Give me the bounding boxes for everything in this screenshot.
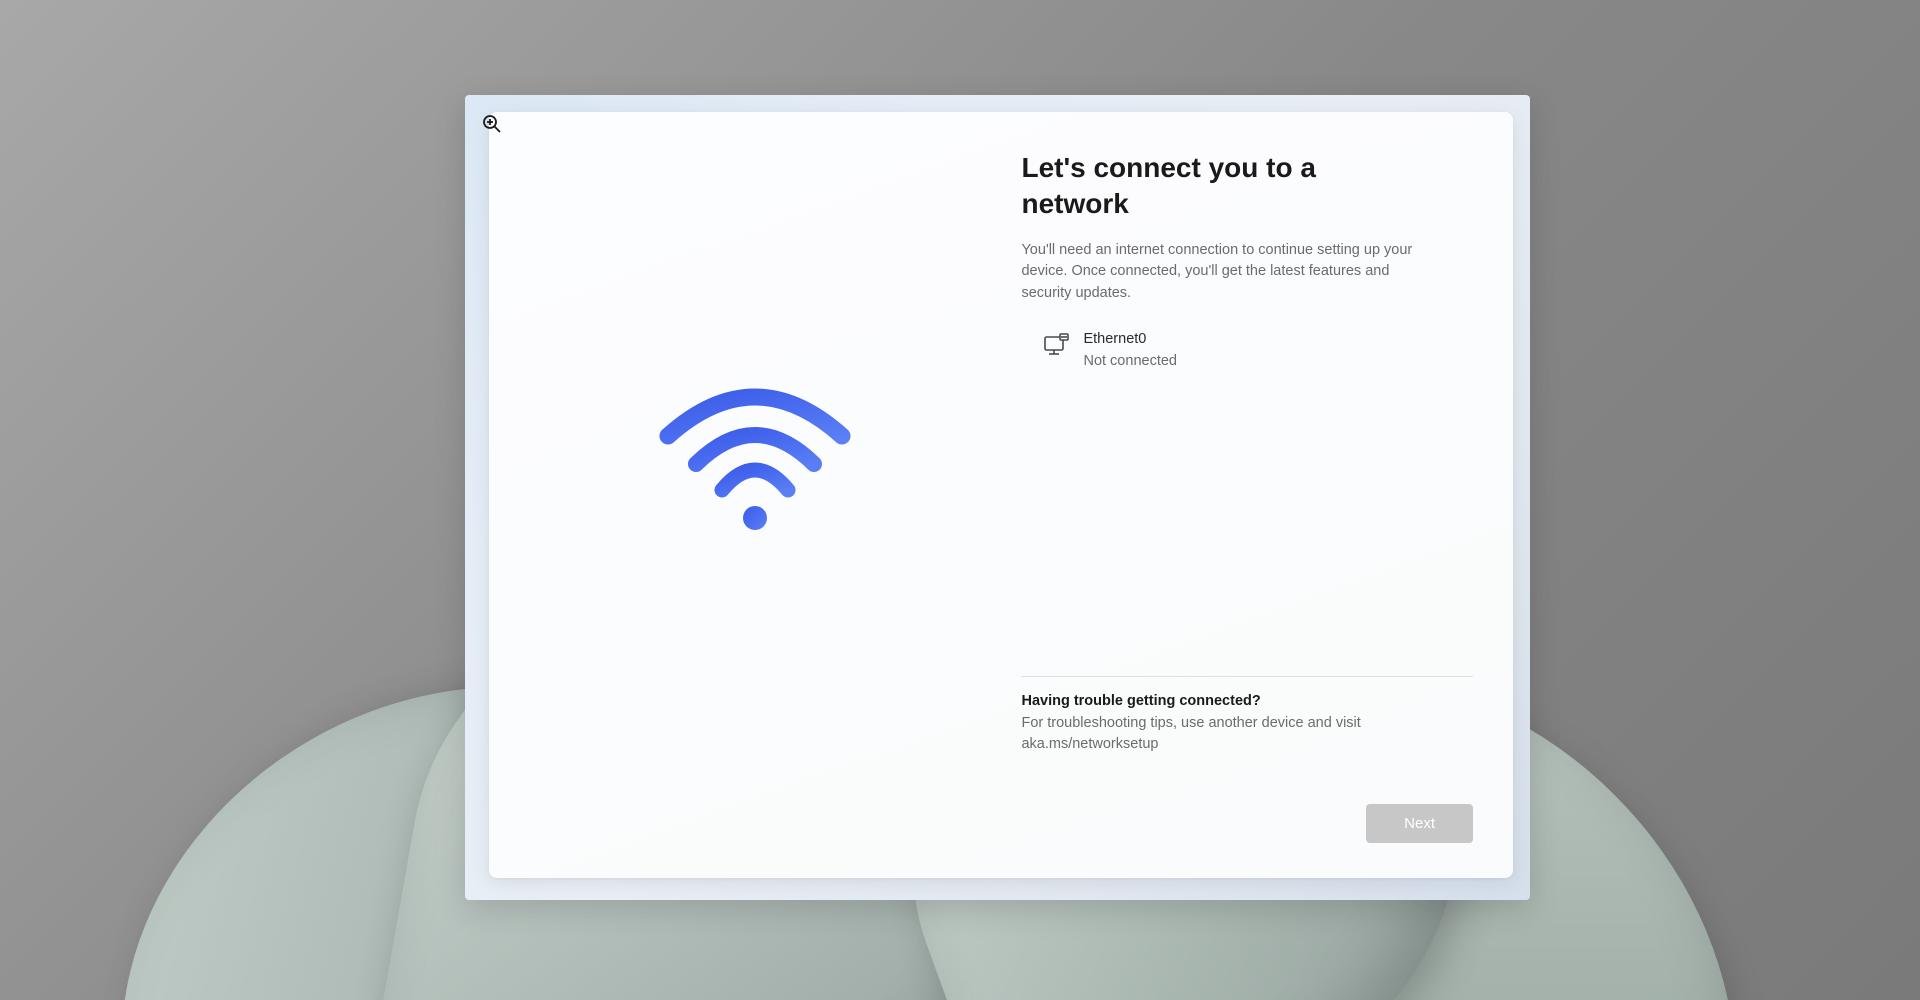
network-status: Not connected bbox=[1083, 351, 1177, 371]
page-subtitle: You'll need an internet connection to co… bbox=[1021, 240, 1441, 305]
network-info: Ethernet0 Not connected bbox=[1083, 329, 1177, 372]
content-pane: Let's connect you to a network You'll ne… bbox=[1021, 112, 1513, 878]
help-title: Having trouble getting connected? bbox=[1021, 693, 1473, 709]
divider bbox=[1021, 676, 1473, 677]
oobe-panel: Let's connect you to a network You'll ne… bbox=[465, 95, 1530, 900]
ethernet-icon bbox=[1043, 331, 1069, 357]
help-text: For troubleshooting tips, use another de… bbox=[1021, 713, 1421, 757]
help-section: Having trouble getting connected? For tr… bbox=[1021, 693, 1473, 757]
dialog-card: Let's connect you to a network You'll ne… bbox=[489, 112, 1513, 878]
illustration-pane bbox=[489, 112, 1021, 878]
next-button[interactable]: Next bbox=[1366, 804, 1473, 843]
wifi-icon bbox=[658, 388, 853, 533]
network-item-ethernet[interactable]: Ethernet0 Not connected bbox=[1021, 327, 1473, 374]
page-title: Let's connect you to a network bbox=[1021, 150, 1401, 222]
button-row: Next bbox=[1021, 804, 1473, 843]
network-name: Ethernet0 bbox=[1083, 329, 1177, 349]
magnifier-zoom-icon[interactable] bbox=[482, 114, 502, 134]
